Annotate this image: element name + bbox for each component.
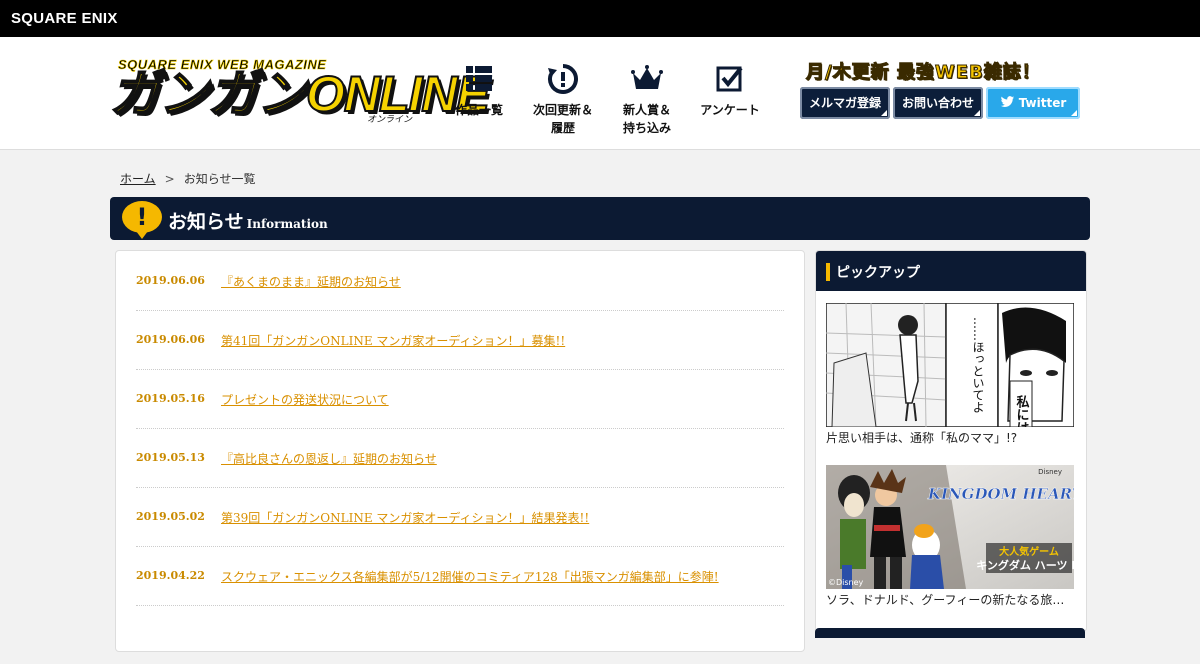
gangan-online-logo[interactable]: SQUARE ENIX WEB MAGAZINE ガンガンONLINE オンライ… xyxy=(109,57,491,125)
news-item: 2019.06.06 『あくまのまま』延期のお知らせ xyxy=(136,251,784,311)
square-enix-logo[interactable]: SQUARE ENIX xyxy=(11,10,118,27)
pickup-item[interactable]: ……ほっといてよ 私には 片思い相手は、通称「私のママ」!? xyxy=(826,303,1074,446)
pickup-item[interactable]: Disney KINGDOM HEARTS III 大人気ゲーム キングダム ハ… xyxy=(826,465,1074,608)
news-item: 2019.06.06 第41回「ガンガンONLINE マンガ家オーディション！」… xyxy=(136,310,784,370)
news-link[interactable]: 第39回「ガンガンONLINE マンガ家オーディション！」結果発表!! xyxy=(221,509,589,526)
news-list: 2019.06.06 『あくまのまま』延期のお知らせ 2019.06.06 第4… xyxy=(115,250,805,652)
news-date: 2019.05.02 xyxy=(136,510,205,523)
news-date: 2019.06.06 xyxy=(136,333,205,346)
page-title-ja: お知らせ xyxy=(168,211,244,233)
news-item: 2019.05.16 プレゼントの発送状況について xyxy=(136,369,784,429)
breadcrumb-separator: > xyxy=(164,172,175,186)
kingdom-hearts-image: Disney KINGDOM HEARTS III 大人気ゲーム キングダム ハ… xyxy=(826,465,1074,589)
nav-label: 新人賞＆ 持ち込み xyxy=(622,103,671,135)
pickup-caption: 片思い相手は、通称「私のママ」!? xyxy=(826,431,1018,445)
copyright-disney: ©Disney xyxy=(828,578,864,587)
twitter-bird-icon xyxy=(1000,96,1014,107)
news-item: 2019.05.02 第39回「ガンガンONLINE マンガ家オーディション！」… xyxy=(136,487,784,547)
crown-icon xyxy=(631,65,663,89)
site-header: SQUARE ENIX WEB MAGAZINE ガンガンONLINE オンライ… xyxy=(0,37,1200,150)
breadcrumb-home-link[interactable]: ホーム xyxy=(120,172,156,186)
exclamation-bubble-icon: ! xyxy=(122,201,162,239)
twitter-button[interactable]: Twitter xyxy=(986,87,1080,119)
pickup-title: ピックアップ xyxy=(836,265,920,281)
manga-speech-2: 私には xyxy=(1014,394,1030,427)
news-link[interactable]: 『高比良さんの恩返し』延期のお知らせ xyxy=(221,450,437,467)
breadcrumb: ホーム > お知らせ一覧 xyxy=(120,170,255,187)
page-title-bar: ! お知らせ Information xyxy=(110,197,1090,240)
button-label: お問い合わせ xyxy=(901,96,974,110)
pickup-header: ピックアップ xyxy=(816,251,1086,291)
manga-illustration: ……ほっといてよ 私には xyxy=(826,303,1074,427)
corner-arrow-icon xyxy=(974,110,980,116)
nav-label: 次回更新＆ 履歴 xyxy=(532,103,593,135)
logo-title: ガンガンONLINE xyxy=(109,65,491,123)
nav-newcomer-award[interactable]: 新人賞＆ 持ち込み xyxy=(607,63,687,137)
button-label: メルマガ登録 xyxy=(808,96,881,110)
nav-label: 作品一覧 xyxy=(454,103,503,117)
pickup-panel: ピックアップ ……ほっといてよ 私には 片思い相手は、通称「私のママ」!? Di… xyxy=(815,250,1087,632)
news-date: 2019.05.16 xyxy=(136,392,205,405)
accent-bar xyxy=(826,263,830,281)
page-title-en: Information xyxy=(246,217,328,231)
breadcrumb-current: お知らせ一覧 xyxy=(183,172,256,186)
kh-genre-text: 大人気ゲーム xyxy=(999,545,1059,558)
tagline: 月/木更新 最強WEB雑誌！ xyxy=(806,62,1041,84)
nav-works-list[interactable]: 作品一覧 xyxy=(439,63,519,119)
logo-kana: オンライン xyxy=(366,115,412,125)
news-item: 2019.04.22 スクウェア・エニックス各編集部が5/12開催のコミティア1… xyxy=(136,546,784,606)
disney-mark: Disney xyxy=(1038,468,1062,476)
nav-next-update-history[interactable]: 次回更新＆ 履歴 xyxy=(523,63,603,137)
news-item-partial xyxy=(136,605,784,664)
clock-refresh-icon xyxy=(548,64,578,94)
news-link[interactable]: プレゼントの発送状況について xyxy=(221,391,389,408)
news-date: 2019.05.13 xyxy=(136,451,205,464)
news-item: 2019.05.13 『高比良さんの恩返し』延期のお知らせ xyxy=(136,428,784,488)
news-link[interactable]: 第41回「ガンガンONLINE マンガ家オーディション！」募集!! xyxy=(221,332,565,349)
mail-magazine-button[interactable]: メルマガ登録 xyxy=(800,87,890,119)
corporate-bar: SQUARE ENIX xyxy=(0,0,1200,37)
corner-arrow-icon xyxy=(881,110,887,116)
pickup-caption: ソラ、ドナルド、グーフィーの新たなる旅… xyxy=(826,593,1065,607)
kh-logo-text: KINGDOM HEARTS III xyxy=(927,485,1074,503)
page-title: お知らせ Information xyxy=(168,207,328,234)
nav-survey[interactable]: アンケート xyxy=(690,63,770,119)
list-icon xyxy=(466,66,492,91)
exclamation-mark: ! xyxy=(136,203,148,231)
kh-title-jp: キングダム ハーツ Ⅲ xyxy=(976,558,1074,572)
news-link[interactable]: スクウェア・エニックス各編集部が5/12開催のコミティア128「出張マンガ編集部… xyxy=(221,568,719,585)
contact-button[interactable]: お問い合わせ xyxy=(893,87,983,119)
news-date: 2019.04.22 xyxy=(136,569,205,582)
checkbox-icon xyxy=(716,66,743,92)
manga-panel-image: ……ほっといてよ 私には xyxy=(826,303,1074,427)
nav-label: アンケート xyxy=(700,103,760,117)
corner-arrow-icon xyxy=(1071,110,1077,116)
kingdom-hearts-illustration: Disney KINGDOM HEARTS III 大人気ゲーム キングダム ハ… xyxy=(826,465,1074,589)
news-link[interactable]: 『あくまのまま』延期のお知らせ xyxy=(221,273,401,290)
button-label: Twitter xyxy=(1018,96,1067,110)
news-date: 2019.06.06 xyxy=(136,274,205,287)
manga-speech-1: ……ほっといてよ xyxy=(971,317,985,413)
